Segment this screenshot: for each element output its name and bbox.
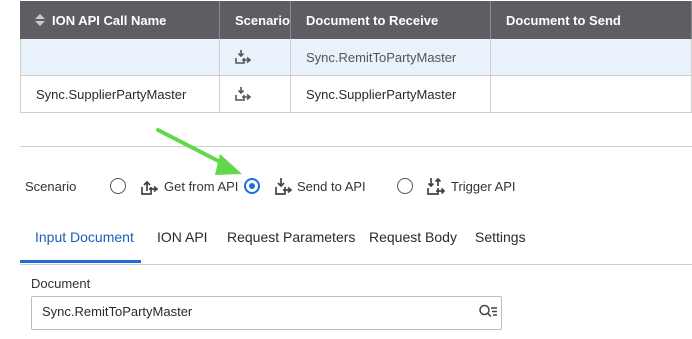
cell-scenario	[220, 39, 291, 75]
send-to-api-icon	[235, 50, 252, 64]
section-divider	[20, 146, 692, 147]
radio-trigger-api[interactable]	[397, 178, 413, 194]
cell-document-to-receive: Sync.SupplierPartyMaster	[291, 76, 491, 112]
column-header-api-call-name[interactable]: ION API Call Name	[20, 1, 220, 39]
tab-input-document[interactable]: Input Document	[35, 229, 134, 245]
trigger-api-icon	[427, 177, 446, 195]
option-label-send-to-api[interactable]: Send to API	[297, 179, 366, 194]
column-header-scenario[interactable]: Scenario	[220, 1, 291, 39]
column-header-document-to-send[interactable]: Document to Send	[491, 1, 692, 39]
active-tab-indicator	[20, 260, 141, 263]
scenario-label: Scenario	[25, 179, 77, 194]
cell-scenario	[220, 76, 291, 112]
tab-request-body[interactable]: Request Body	[369, 229, 457, 245]
document-label: Document	[31, 276, 91, 291]
api-calls-table: ION API Call Name Scenario Document to R…	[20, 1, 692, 113]
send-to-api-icon	[275, 178, 293, 195]
cell-document-to-receive: Sync.RemitToPartyMaster	[291, 39, 491, 75]
cell-document-to-send	[491, 39, 692, 75]
radio-get-from-api[interactable]	[110, 178, 126, 194]
table-row[interactable]: Sync.RemitToPartyMaster	[20, 39, 692, 76]
table-row[interactable]: Sync.SupplierPartyMaster Sync.SupplierPa…	[20, 76, 692, 113]
cell-api-call-name	[20, 39, 220, 75]
tab-ion-api[interactable]: ION API	[157, 229, 208, 245]
radio-send-to-api[interactable]	[244, 178, 260, 194]
cell-api-call-name: Sync.SupplierPartyMaster	[20, 76, 220, 112]
tab-settings[interactable]: Settings	[475, 229, 526, 245]
option-label-trigger-api[interactable]: Trigger API	[451, 179, 516, 194]
document-field[interactable]: Sync.RemitToPartyMaster	[31, 296, 502, 330]
tab-bar: Input Document ION API Request Parameter…	[20, 226, 692, 265]
send-to-api-icon	[235, 87, 252, 101]
table-header: ION API Call Name Scenario Document to R…	[20, 1, 692, 39]
search-list-icon[interactable]	[478, 303, 498, 321]
sort-icon[interactable]	[35, 13, 45, 27]
annotation-arrow-icon	[156, 128, 242, 175]
tab-request-parameters[interactable]: Request Parameters	[227, 229, 355, 245]
option-label-get-from-api[interactable]: Get from API	[164, 179, 238, 194]
cell-document-to-send	[491, 76, 692, 112]
column-header-document-to-receive[interactable]: Document to Receive	[291, 1, 491, 39]
get-from-api-icon	[141, 180, 159, 195]
